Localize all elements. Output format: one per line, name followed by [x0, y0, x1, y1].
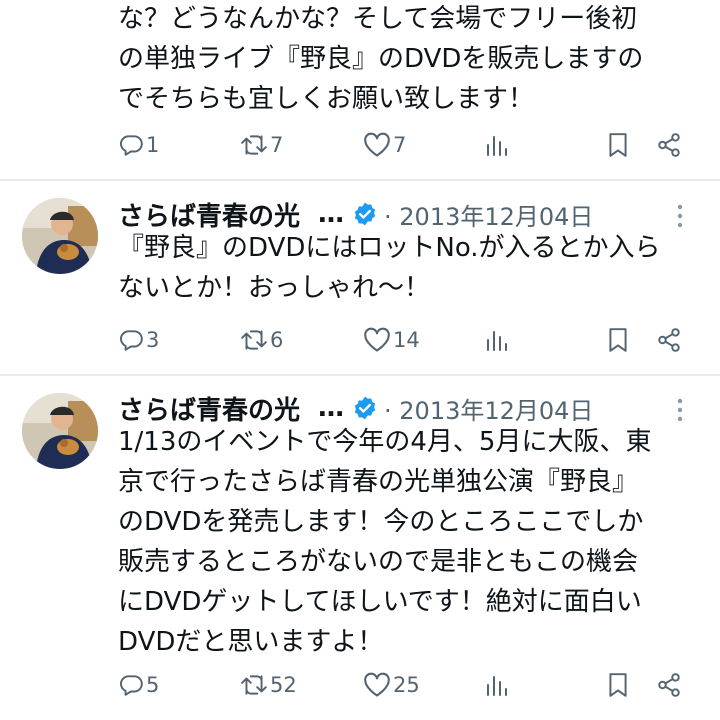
like-count: 14 [393, 328, 420, 352]
verified-badge-icon [352, 395, 378, 421]
retweet-button[interactable]: 7 [240, 132, 283, 158]
reply-count: 5 [146, 673, 160, 697]
tweet-date[interactable]: · 2013年12月04日 [384, 391, 593, 426]
retweet-button[interactable]: 52 [240, 672, 297, 698]
display-name[interactable]: さらば青春の光 [118, 196, 300, 233]
bookmark-button[interactable] [606, 672, 630, 698]
like-button[interactable]: 7 [363, 132, 406, 158]
retweet-icon [240, 327, 268, 353]
name-truncation: … [318, 199, 345, 229]
avatar[interactable] [22, 198, 98, 274]
retweet-icon [240, 672, 268, 698]
tweet-actions: 5 52 25 [0, 666, 720, 706]
name-truncation: … [318, 393, 345, 423]
reply-button[interactable]: 1 [118, 132, 159, 158]
like-icon [363, 327, 391, 353]
avatar[interactable] [22, 393, 98, 469]
tweet-date[interactable]: · 2013年12月04日 [384, 197, 593, 232]
retweet-count: 7 [270, 133, 284, 157]
bookmark-icon [606, 132, 630, 158]
tweet-text: な？どうなんかな？そして会場でフリー後初 の単独ライブ『野良』のDVDを販売しま… [118, 4, 644, 114]
retweet-count: 52 [270, 673, 297, 697]
tweet-item[interactable]: さらば青春の光 … · 2013年12月04日 『野良』のDVDにはロットNo.… [0, 181, 720, 373]
reply-button[interactable]: 3 [118, 327, 159, 353]
reply-icon [118, 672, 144, 698]
like-icon [363, 132, 391, 158]
reply-icon [118, 132, 144, 158]
like-button[interactable]: 14 [363, 327, 420, 353]
tweet-item[interactable]: さらば青春の光 … · 2013年12月04日 1/13のイベントで今年の4月、… [0, 376, 720, 720]
reply-count: 3 [146, 328, 160, 352]
tweet-text: 『野良』のDVDにはロットNo.が入るとか入ら ないとか！おっしゃれ〜！ [118, 233, 661, 303]
bookmark-icon [606, 672, 630, 698]
retweet-count: 6 [270, 328, 284, 352]
bookmark-button[interactable] [606, 132, 630, 158]
tweet-header: さらば青春の光 … · 2013年12月04日 [118, 390, 593, 426]
reply-icon [118, 327, 144, 353]
views-icon [484, 133, 508, 157]
tweet-item[interactable]: な？どうなんかな？そして会場でフリー後初 の単独ライブ『野良』のDVDを販売しま… [0, 0, 720, 178]
like-count: 25 [393, 673, 420, 697]
share-button[interactable] [656, 132, 682, 158]
reply-button[interactable]: 5 [118, 672, 159, 698]
bookmark-icon [606, 327, 630, 353]
display-name[interactable]: さらば青春の光 [118, 390, 300, 427]
views-icon [484, 328, 508, 352]
like-icon [363, 672, 391, 698]
bookmark-button[interactable] [606, 327, 630, 353]
share-icon [656, 132, 682, 158]
reply-count: 1 [146, 133, 160, 157]
verified-badge-icon [352, 201, 378, 227]
share-button[interactable] [656, 672, 682, 698]
share-button[interactable] [656, 327, 682, 353]
like-button[interactable]: 25 [363, 672, 420, 698]
like-count: 7 [393, 133, 407, 157]
share-icon [656, 672, 682, 698]
tweet-actions: 3 6 14 [0, 321, 720, 361]
retweet-icon [240, 132, 268, 158]
share-icon [656, 327, 682, 353]
tweet-actions: 1 7 7 [0, 126, 720, 166]
retweet-button[interactable]: 6 [240, 327, 283, 353]
views-button[interactable] [484, 133, 508, 157]
tweet-header: さらば青春の光 … · 2013年12月04日 [118, 196, 593, 232]
tweet-text: 1/13のイベントで今年の4月、5月に大阪、東 京で行ったさらば青春の光単独公演… [118, 427, 652, 657]
views-icon [484, 673, 508, 697]
views-button[interactable] [484, 673, 508, 697]
views-button[interactable] [484, 328, 508, 352]
